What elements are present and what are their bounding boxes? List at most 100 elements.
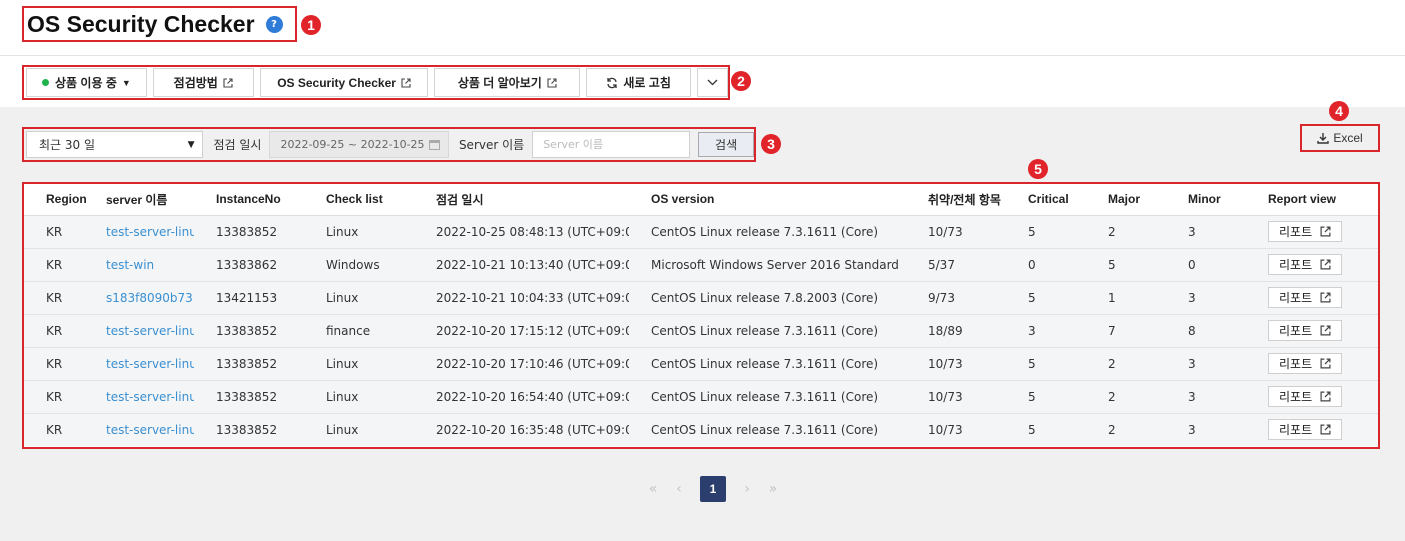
- toolbar: 상품 이용 중 ▼ 점검방법 OS Security Checker 상품 더 …: [0, 56, 1405, 107]
- report-button[interactable]: 리포트: [1268, 419, 1343, 441]
- cell-critical: 0: [1006, 248, 1086, 282]
- results-table-box: Region server 이름 InstanceNo Check list 점…: [22, 182, 1380, 449]
- search-button[interactable]: 검색: [698, 132, 754, 157]
- cell-region: KR: [24, 314, 84, 348]
- column-header: 취약/전체 항목: [906, 184, 1006, 216]
- cell-minor: 3: [1166, 281, 1246, 315]
- first-page-icon[interactable]: «: [640, 476, 666, 502]
- external-link-icon: [1320, 226, 1331, 237]
- table-header-row: Region server 이름 InstanceNo Check list 점…: [24, 184, 1378, 216]
- cell-os-version: CentOS Linux release 7.3.1611 (Core): [629, 314, 906, 348]
- learn-more-link-button[interactable]: 상품 더 알아보기: [434, 68, 581, 97]
- guide-link-button[interactable]: 점검방법: [152, 68, 254, 97]
- refresh-button[interactable]: 새로 고침: [586, 68, 692, 97]
- cell-server-name[interactable]: test-server-linux: [84, 413, 194, 446]
- cell-report-view: 리포트: [1246, 347, 1378, 381]
- refresh-icon: [606, 77, 618, 89]
- report-button[interactable]: 리포트: [1268, 320, 1343, 341]
- cell-check-list: Linux: [304, 380, 414, 414]
- cell-minor: 3: [1188, 422, 1196, 437]
- guide-label: 점검방법: [173, 76, 218, 90]
- table-row: KRtest-server-linux13383852finance2022-1…: [24, 314, 1378, 348]
- cell-vuln-ratio: 10/73: [906, 347, 1006, 381]
- cell-server-name[interactable]: s183f8090b73: [84, 281, 194, 315]
- report-button[interactable]: 리포트: [1268, 287, 1343, 308]
- status-dot-icon: [42, 79, 50, 86]
- cell-server-name[interactable]: test-server-linux: [84, 380, 194, 414]
- date-label: 점검 일시: [213, 138, 262, 152]
- cell-minor: 3: [1166, 347, 1246, 381]
- table-row: KR test-win 13383862 Windows 2022-10-21 10:1…: [24, 248, 1378, 282]
- excel-download-button[interactable]: Excel: [1317, 131, 1363, 145]
- caret-down-icon: ▼: [187, 139, 195, 150]
- report-button[interactable]: 리포트: [1268, 254, 1343, 275]
- annotation-marker-5: 5: [1028, 159, 1048, 179]
- prev-page-icon[interactable]: ‹: [666, 476, 692, 502]
- cell-major: 1: [1086, 281, 1166, 315]
- cell-server-name[interactable]: test-win: [84, 248, 194, 282]
- refresh-label: 새로 고침: [623, 76, 671, 90]
- cell-vuln-ratio: 9/73: [906, 281, 1006, 315]
- external-link-icon: [1320, 424, 1331, 435]
- column-header: Region: [24, 184, 87, 216]
- external-link-icon: [1320, 391, 1331, 402]
- cell-check-list: Linux: [304, 347, 414, 381]
- report-button[interactable]: 리포트: [1268, 221, 1343, 242]
- annotation-marker-2: 2: [731, 71, 751, 91]
- column-header: Minor: [1166, 184, 1246, 216]
- server-name-label: Server 이름: [458, 138, 525, 152]
- report-button[interactable]: 리포트: [1268, 386, 1343, 407]
- last-page-icon[interactable]: »: [760, 476, 786, 502]
- cell-check-list: Windows: [304, 248, 414, 282]
- toolbar-highlight-box: 상품 이용 중 ▼ 점검방법 OS Security Checker 상품 더 …: [22, 65, 730, 100]
- column-header: InstanceNo: [194, 184, 304, 216]
- report-button[interactable]: 리포트: [1268, 353, 1343, 374]
- learn-more-label: 상품 더 알아보기: [457, 76, 542, 90]
- external-link-icon: [401, 77, 411, 88]
- cell-critical: 5: [1028, 422, 1036, 437]
- column-header: Critical: [1006, 184, 1086, 216]
- cell-instance-no: 13383852: [194, 380, 304, 414]
- cell-report-view: 리포트: [1246, 281, 1378, 315]
- server-name-input[interactable]: [532, 131, 691, 158]
- cell-major: 7: [1086, 314, 1166, 348]
- cell-critical: 5: [1006, 347, 1086, 381]
- cell-critical: 5: [1006, 380, 1086, 414]
- download-icon: [1317, 132, 1330, 144]
- cell-server-name[interactable]: test-server-linux: [84, 347, 194, 381]
- cell-os-version: CentOS Linux release 7.3.1611 (Core): [651, 422, 879, 437]
- column-header: Major: [1086, 184, 1166, 216]
- period-value: 최근 30 일: [39, 138, 96, 152]
- report-label: 리포트: [1279, 258, 1313, 272]
- cell-region: KR: [24, 347, 84, 381]
- cell-critical: 5: [1006, 281, 1086, 315]
- checker-label: OS Security Checker: [277, 75, 396, 90]
- cell-server-name[interactable]: test-server-linux: [84, 215, 194, 249]
- table-row: KR s183f8090b73 13421153 Linux 2022-10-21 10…: [24, 281, 1378, 315]
- cell-server-name[interactable]: test-server-linux: [84, 314, 194, 348]
- external-link-icon: [547, 77, 557, 88]
- cell-instance-no: 13383852: [194, 215, 304, 249]
- title-highlight-box: OS Security Checker ?: [22, 6, 297, 42]
- page-button-current[interactable]: 1: [700, 476, 726, 502]
- next-page-icon[interactable]: ›: [734, 476, 760, 502]
- cell-check-date: 2022-10-21 10:04:33 (UTC+09:00): [414, 281, 629, 315]
- more-toggle-button[interactable]: [697, 68, 729, 97]
- cell-major: 5: [1086, 248, 1166, 282]
- date-range-picker[interactable]: 2022-09-25 ~ 2022-10-25: [269, 131, 449, 158]
- cell-check-date: 2022-10-20 17:15:12 (UTC+09:00): [414, 314, 629, 348]
- table-row: KRtest-server-linux13383852Linux2022-10-…: [24, 215, 1378, 249]
- column-header: Report view: [1246, 184, 1378, 216]
- cell-major: 2: [1086, 215, 1166, 249]
- table-row: KRtest-server-linux13383852Linux2022-10-…: [24, 413, 1378, 446]
- content-area: 최근 30 일 ▼ 점검 일시 2022-09-25 ~ 2022-10-25 …: [0, 101, 1405, 541]
- report-label: 리포트: [1279, 423, 1313, 438]
- cell-minor: 3: [1166, 380, 1246, 414]
- excel-label: Excel: [1333, 131, 1363, 145]
- period-select[interactable]: 최근 30 일 ▼: [26, 131, 204, 158]
- product-status-dropdown[interactable]: 상품 이용 중 ▼: [26, 68, 147, 97]
- cell-check-list: Linux: [304, 281, 414, 315]
- cell-check-list: Linux: [326, 422, 359, 437]
- checker-link-button[interactable]: OS Security Checker: [259, 68, 429, 97]
- help-icon[interactable]: ?: [265, 15, 283, 33]
